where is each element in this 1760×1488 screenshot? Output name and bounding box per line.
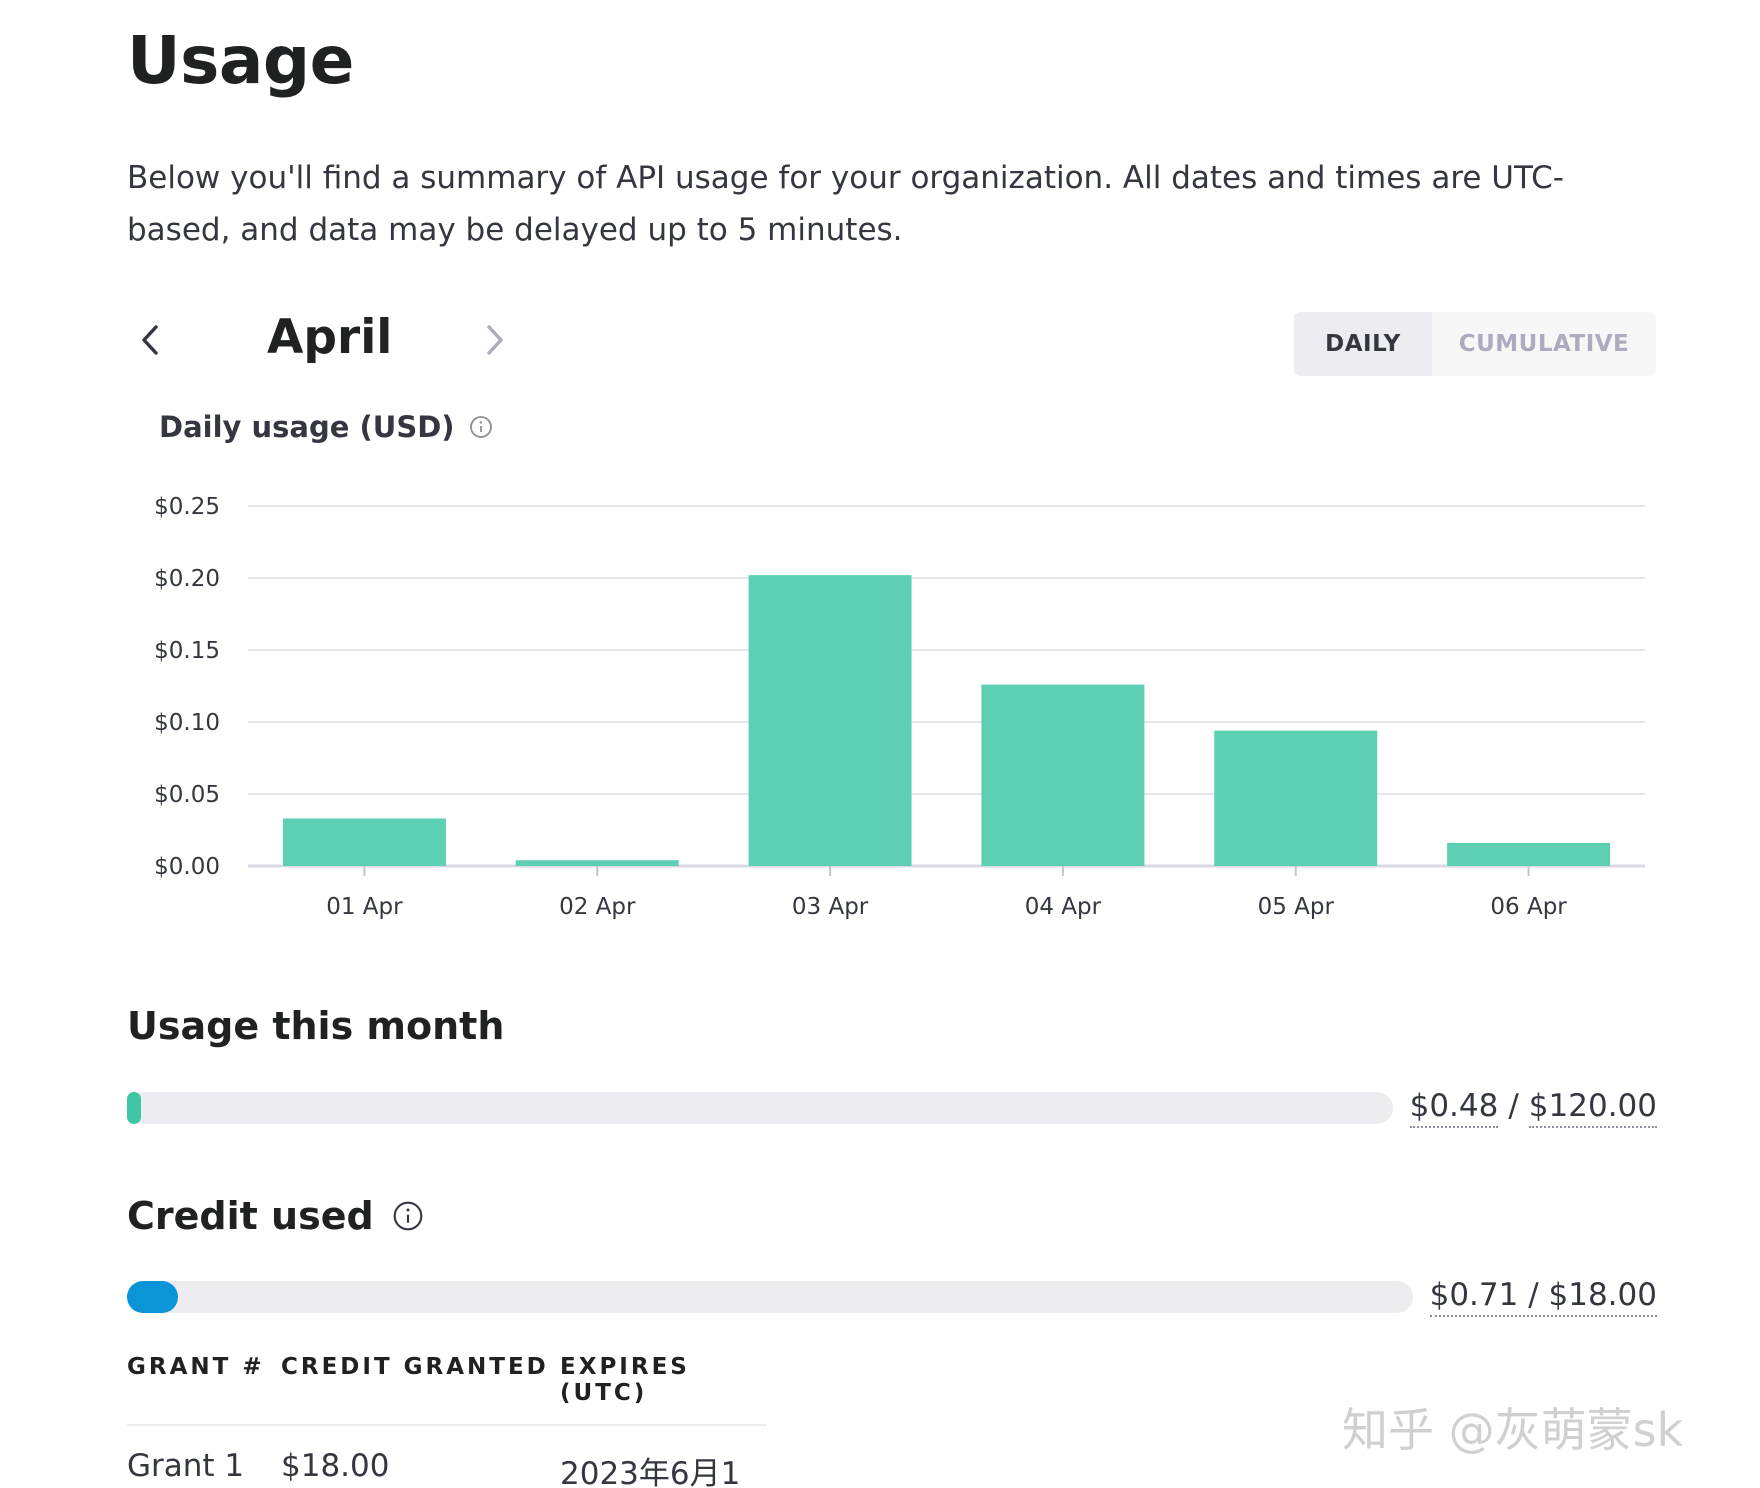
credit-used-amount: $0.71 / $18.00 <box>1429 1277 1657 1317</box>
column-header-credit-granted: CREDIT GRANTED <box>281 1354 549 1380</box>
bar <box>748 575 912 866</box>
month-label: April <box>267 310 393 365</box>
usage-page: Usage Below you'll find a summary of API… <box>0 0 1760 1488</box>
column-header-expires: EXPIRES (UTC) <box>560 1354 690 1406</box>
page-description: Below you'll find a summary of API usage… <box>127 160 1564 248</box>
chevron-right-icon <box>487 325 503 355</box>
page-title: Usage <box>127 22 354 99</box>
credit-used-progress-fill <box>127 1281 178 1313</box>
chevron-left-icon <box>142 325 158 355</box>
credit-used-progress <box>127 1281 1413 1313</box>
credit-used-total: $18.00 <box>1548 1277 1657 1313</box>
x-tick-label: 03 Apr <box>792 894 869 920</box>
daily-usage-chart: $0.00 $0.05 $0.10 $0.15 $0.20 $0.25 01 Apr 02 A… <box>154 494 1645 920</box>
info-icon[interactable] <box>469 415 493 439</box>
x-tick-label: 05 Apr <box>1258 894 1335 920</box>
bar <box>1214 730 1378 866</box>
x-tick-label: 06 Apr <box>1490 894 1567 920</box>
credit-used-separator: / <box>1528 1277 1539 1313</box>
usage-month-limit[interactable]: $120.00 <box>1528 1088 1657 1128</box>
y-tick-label: $0.00 <box>154 854 220 880</box>
y-tick-label: $0.10 <box>154 710 220 736</box>
grants-table: GRANT # CREDIT GRANTED EXPIRES (UTC) Gra… <box>127 1354 767 1488</box>
bar <box>981 684 1145 866</box>
view-toggle: DAILY CUMULATIVE <box>1294 312 1656 376</box>
daily-tab[interactable]: DAILY <box>1294 312 1432 376</box>
x-tick-label: 02 Apr <box>559 894 636 920</box>
usage-month-title: Usage this month <box>127 1004 504 1048</box>
credit-used-value[interactable]: $0.71 / $18.00 <box>1429 1277 1657 1317</box>
grant-name-cell: Grant 1 <box>127 1448 245 1484</box>
watermark: 知乎 @灰萌蒙sk <box>1342 1403 1684 1457</box>
credit-used-title: Credit used <box>127 1194 424 1238</box>
grant-credit-cell: $18.00 <box>281 1448 390 1484</box>
table-row: Grant 1 $18.00 2023年6月1日 <box>127 1426 767 1488</box>
y-tick-label: $0.20 <box>154 566 220 592</box>
info-icon[interactable] <box>392 1200 424 1232</box>
cumulative-tab[interactable]: CUMULATIVE <box>1432 312 1656 376</box>
usage-month-progress-fill <box>127 1092 141 1124</box>
x-tick-label: 04 Apr <box>1025 894 1102 920</box>
column-header-grant: GRANT # <box>127 1354 265 1380</box>
bar <box>282 818 446 866</box>
chart-title: Daily usage (USD) <box>159 410 493 444</box>
bar <box>515 860 679 866</box>
y-tick-label: $0.25 <box>154 494 220 520</box>
x-tick-label: 01 Apr <box>326 894 403 920</box>
usage-month-progress <box>127 1092 1393 1124</box>
y-tick-label: $0.15 <box>154 638 220 664</box>
usage-month-amount: $0.48 / $120.00 <box>1409 1088 1657 1128</box>
usage-month-title-text: Usage this month <box>127 1004 505 1048</box>
bar <box>1447 842 1611 866</box>
credit-used-title-text: Credit used <box>127 1194 374 1238</box>
next-month-button[interactable] <box>473 318 517 362</box>
chart-title-text: Daily usage (USD) <box>159 410 455 444</box>
usage-month-separator: / <box>1508 1088 1519 1124</box>
y-tick-label: $0.05 <box>154 782 220 808</box>
previous-month-button[interactable] <box>128 318 172 362</box>
credit-used-used: $0.71 <box>1429 1277 1519 1313</box>
grants-table-header: GRANT # CREDIT GRANTED EXPIRES (UTC) <box>127 1354 767 1426</box>
grant-expires-cell: 2023年6月1日 <box>560 1456 741 1488</box>
usage-month-used[interactable]: $0.48 <box>1409 1088 1499 1128</box>
